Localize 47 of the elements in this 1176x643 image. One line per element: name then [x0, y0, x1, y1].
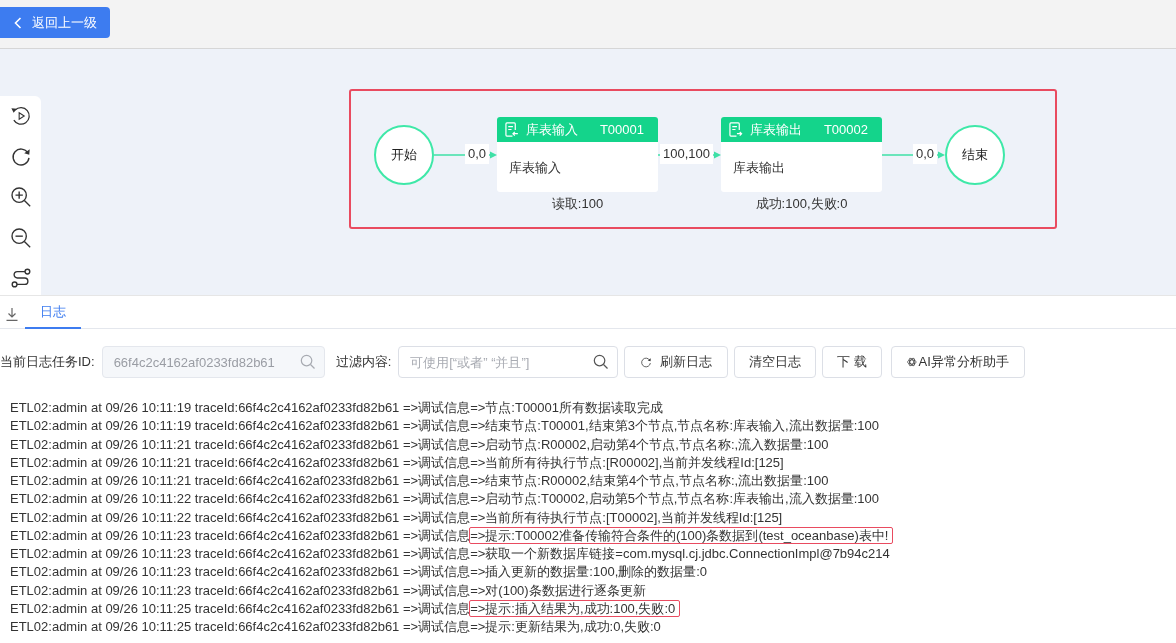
edge-label: 100,100 — [660, 144, 713, 164]
log-line: ETL02:admin at 09/26 10:11:19 traceId:66f4c2c4162af0233fd82b61 =>调试信息=>节点:T00001所有数据读取完成 — [10, 399, 665, 417]
log-line: ETL02:admin at 09/26 10:11:23 traceId:66f4c2c4162af0233fd82b61 =>调试信息=>插入更新的数据量:100,删除的数据量:0 — [10, 563, 709, 582]
field-label: 过滤内容: — [335, 353, 392, 371]
node-title: 库表输出 — [750, 120, 802, 139]
node-code: T00002 — [823, 122, 868, 137]
search-icon[interactable] — [593, 354, 609, 369]
log-line: ETL02:admin at 09/26 10:11:19 traceId:66f4c2c4162af0233fd82b61 =>调试信息=>结束节点:T00001,结束第3个节点,节点名称:库表输入,流出数据量:100 — [10, 417, 880, 436]
knot-icon — [906, 355, 917, 369]
back-button[interactable]: 返回上一级 — [0, 7, 110, 38]
node-code: T00001 — [599, 122, 644, 137]
log-line: ETL02:admin at 09/26 10:11:21 traceId:66f4c2c4162af0233fd82b61 =>调试信息=>结束节点:R00002,结束第4个节点,节点名称:,流出数据量:100 — [10, 472, 830, 490]
log-line: ETL02:admin at 09/26 10:11:25 traceId:66f4c2c4162af0233fd82b61 =>调试信息=>提示:更新结果为,成功:0,失败:0 — [10, 618, 662, 636]
node-description: 库表输出 — [733, 160, 785, 175]
zoom-in-icon[interactable] — [9, 186, 32, 209]
log-line: ETL02:admin at 09/26 10:11:21 traceId:66f4c2c4162af0233fd82b61 =>调试信息=>当前所有待执行节点:[R00002],当前并发线程Id:[125] — [10, 453, 785, 472]
edge-label: 0,0 — [464, 144, 489, 164]
clear-log-button[interactable]: 清空日志 — [734, 346, 817, 378]
zoom-out-icon[interactable] — [9, 226, 32, 249]
terminal-node: 结束 — [945, 125, 1005, 185]
download-button[interactable]: 下 载 — [822, 346, 882, 378]
log-tab[interactable]: 日志 — [25, 296, 81, 329]
search-icon — [299, 354, 315, 369]
node-description: 库表输入 — [509, 160, 561, 175]
refresh-log-button[interactable]: 刷新日志 — [624, 346, 729, 378]
replay-icon[interactable] — [9, 105, 32, 127]
document-arrow-icon — [505, 122, 519, 137]
chevron-left-icon — [14, 16, 22, 29]
log-line: ETL02:admin at 09/26 10:11:23 traceId:66f4c2c4162af0233fd82b61 =>调试信息=>对(100)条数据进行逐条更新 — [10, 581, 647, 600]
refresh-icon[interactable] — [9, 145, 32, 168]
log-line: ETL02:admin at 09/26 10:11:23 traceId:66f4c2c4162af0233fd82b61 =>调试信息=>获取一个新数据库链接=com.mysql.cj.jdbc.ConnectionImpl@7b94c214 — [10, 545, 891, 563]
log-line: ETL02:admin at 09/26 10:11:22 traceId:66f4c2c4162af0233fd82b61 =>调试信息=>当前所有待执行节点:[T00002],当前并发线程Id:[125] — [10, 508, 784, 527]
node-stats: 读取:100 — [551, 196, 604, 212]
filter-field[interactable]: 可使用[“或者” “并且”] — [398, 346, 619, 378]
route-icon[interactable] — [9, 267, 32, 290]
log-line: ETL02:admin at 09/26 10:11:22 traceId:66f4c2c4162af0233fd82b61 =>调试信息=>启动节点:T00002,启动第5个节点,节点名称:库表输出,流入数据量:100 — [10, 490, 880, 509]
log-line: ETL02:admin at 09/26 10:11:21 traceId:66f4c2c4162af0233fd82b61 =>调试信息=>启动节点:R00002,启动第4个节点,节点名称:,流入数据量:100 — [10, 435, 830, 454]
node-title: 库表输入 — [526, 120, 578, 139]
document-arrow-icon — [729, 122, 743, 137]
edge-label: 0,0 — [912, 144, 937, 164]
ai-analysis-button[interactable]: AI异常分析助手 — [890, 346, 1025, 378]
log-line: ETL02:admin at 09/26 10:11:23 traceId:66f4c2c4162af0233fd82b61 =>调试信息=>提示:T00002准备传输符合条件的(100)条数据到(test_oceanbase)表中! — [10, 526, 890, 545]
node-stats: 成功:100,失败:0 — [755, 196, 848, 212]
field-label: 当前日志任务ID: — [0, 353, 95, 371]
arrow-down-icon[interactable] — [6, 307, 18, 321]
log-line: ETL02:admin at 09/26 10:11:25 traceId:66f4c2c4162af0233fd82b61 =>调试信息=>提示:插入结果为,成功:100,失败:0 — [10, 599, 677, 618]
terminal-node: 开始 — [374, 125, 434, 185]
